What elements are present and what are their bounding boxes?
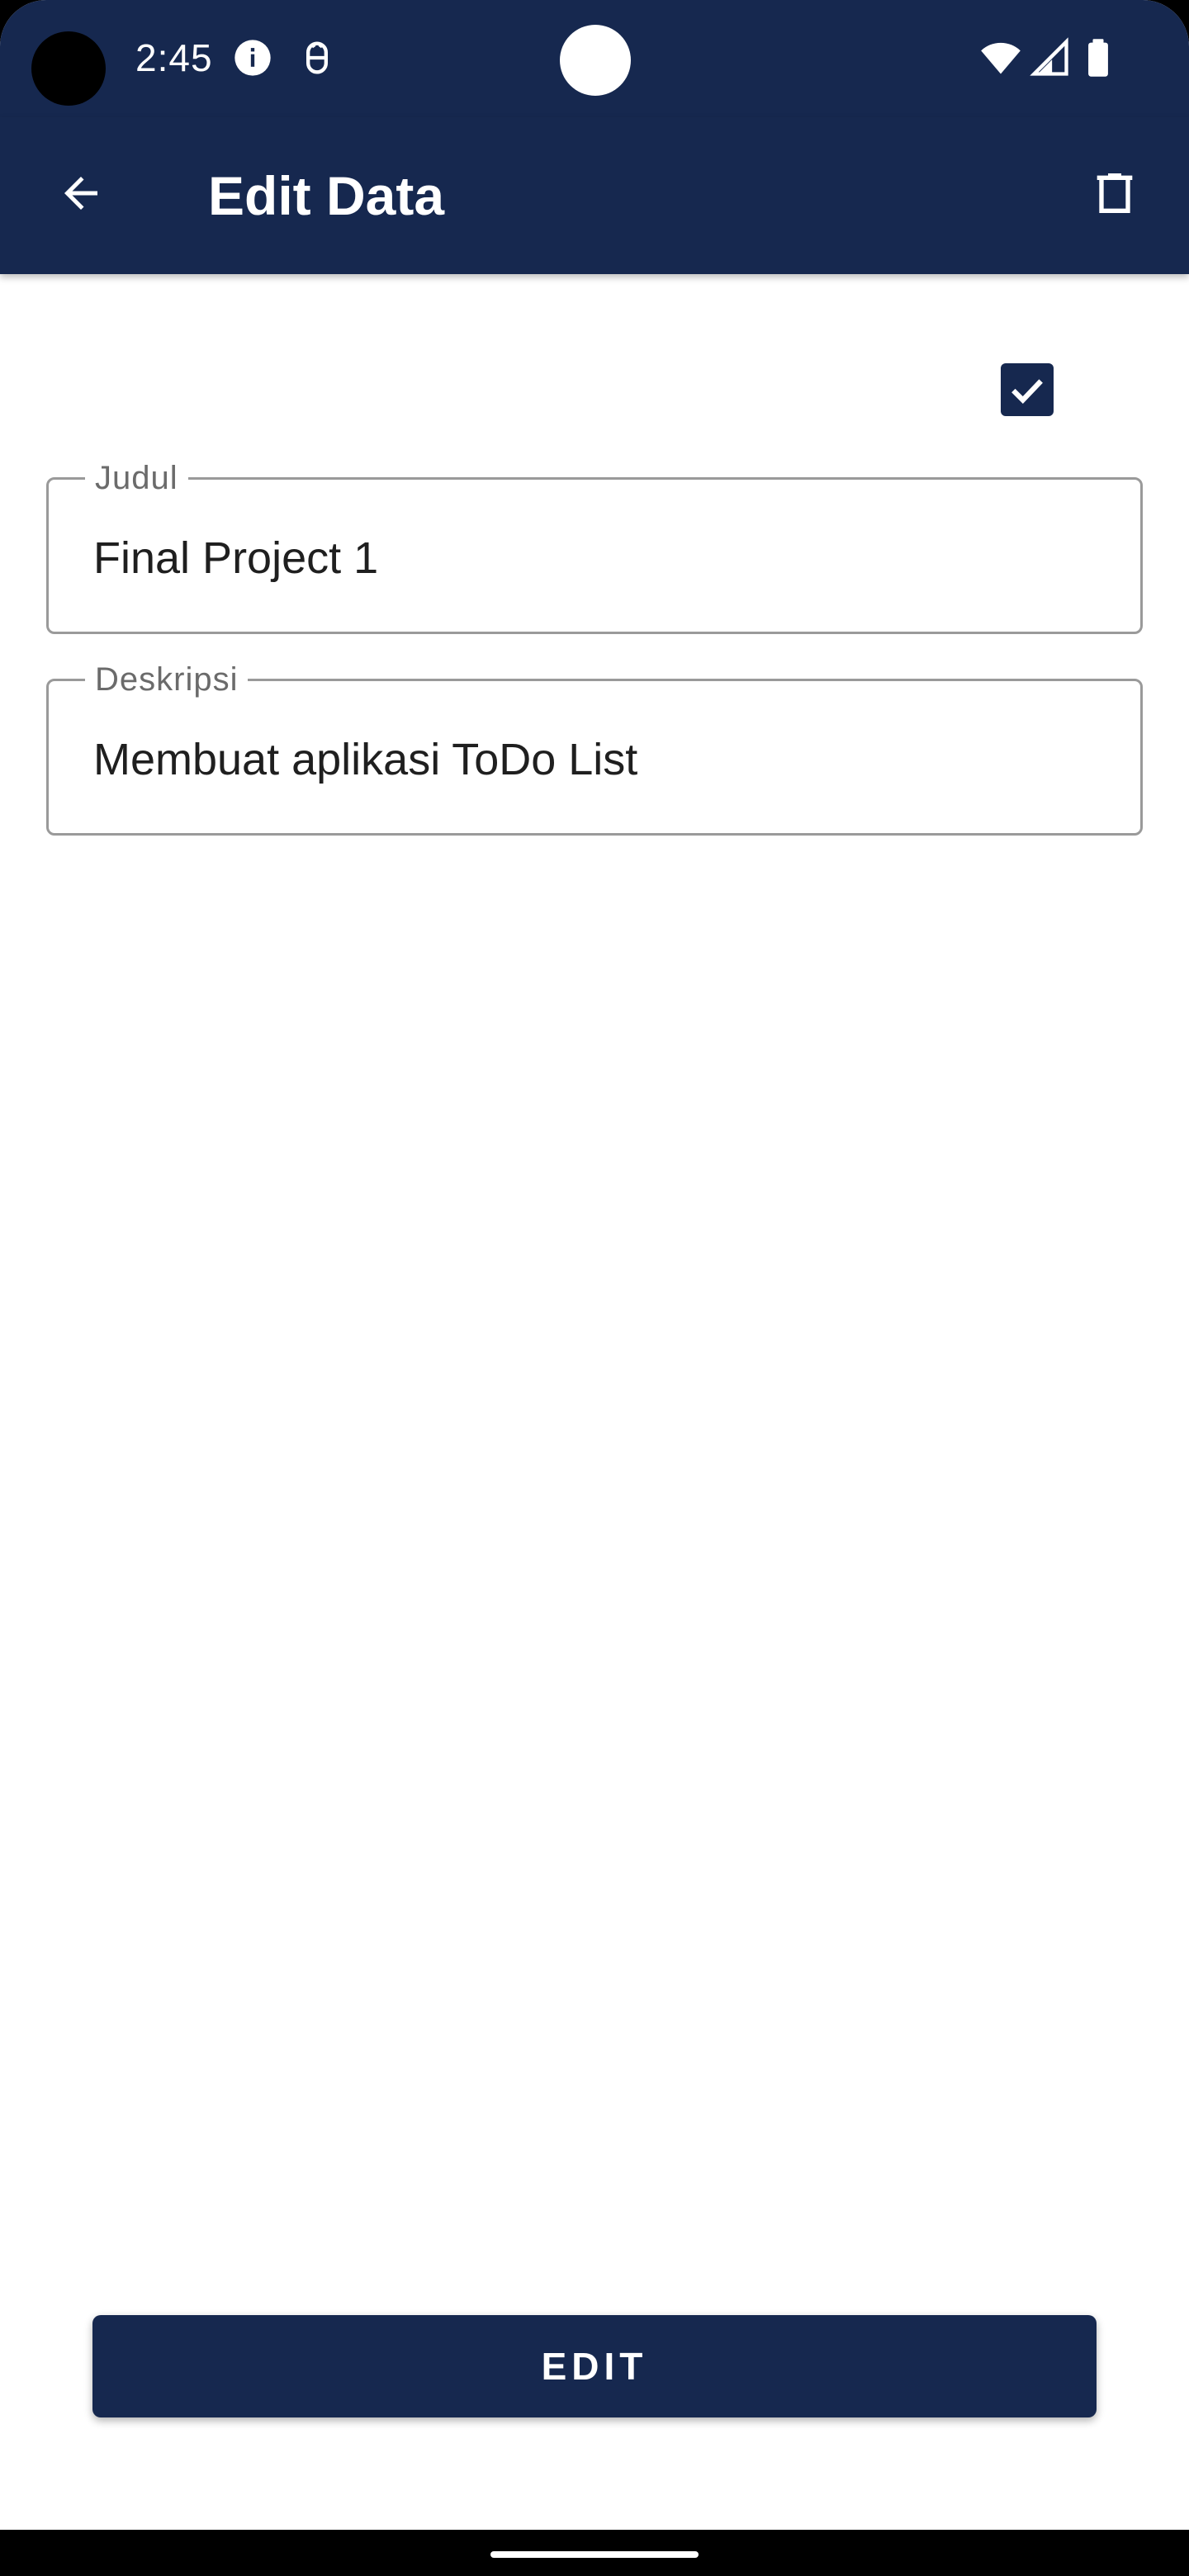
bug-icon <box>306 41 328 74</box>
completed-checkbox[interactable] <box>1001 363 1054 416</box>
home-gesture-handle[interactable] <box>490 2551 699 2558</box>
wifi-icon <box>981 42 1021 74</box>
camera-indicator <box>560 25 631 96</box>
back-button[interactable] <box>40 152 122 234</box>
status-time: 2:45 <box>135 36 213 79</box>
title-field-label: Judul <box>85 455 188 501</box>
check-icon <box>1011 379 1043 404</box>
description-field-value[interactable]: Membuat aplikasi ToDo List <box>93 731 637 788</box>
description-field-label: Deskripsi <box>85 656 249 703</box>
title-field-value[interactable]: Final Project 1 <box>93 529 378 587</box>
delete-button[interactable] <box>1073 152 1156 234</box>
info-icon <box>234 40 271 76</box>
status-bar: 2:45 <box>0 0 1189 117</box>
app-bar: Edit Data <box>0 117 1189 274</box>
trash-icon <box>1097 173 1133 213</box>
camera-cutout <box>31 31 106 106</box>
edit-button[interactable]: EDIT <box>92 2315 1097 2417</box>
arrow-left-icon <box>64 177 97 210</box>
description-field[interactable]: Deskripsi Membuat aplikasi ToDo List <box>46 656 1143 836</box>
signal-icon <box>1030 37 1068 76</box>
page-title: Edit Data <box>208 165 445 226</box>
battery-icon <box>1088 39 1108 77</box>
title-field[interactable]: Judul Final Project 1 <box>46 455 1143 634</box>
screen: 2:45 Edit Data Judul Final Project 1 Des… <box>0 0 1189 2576</box>
